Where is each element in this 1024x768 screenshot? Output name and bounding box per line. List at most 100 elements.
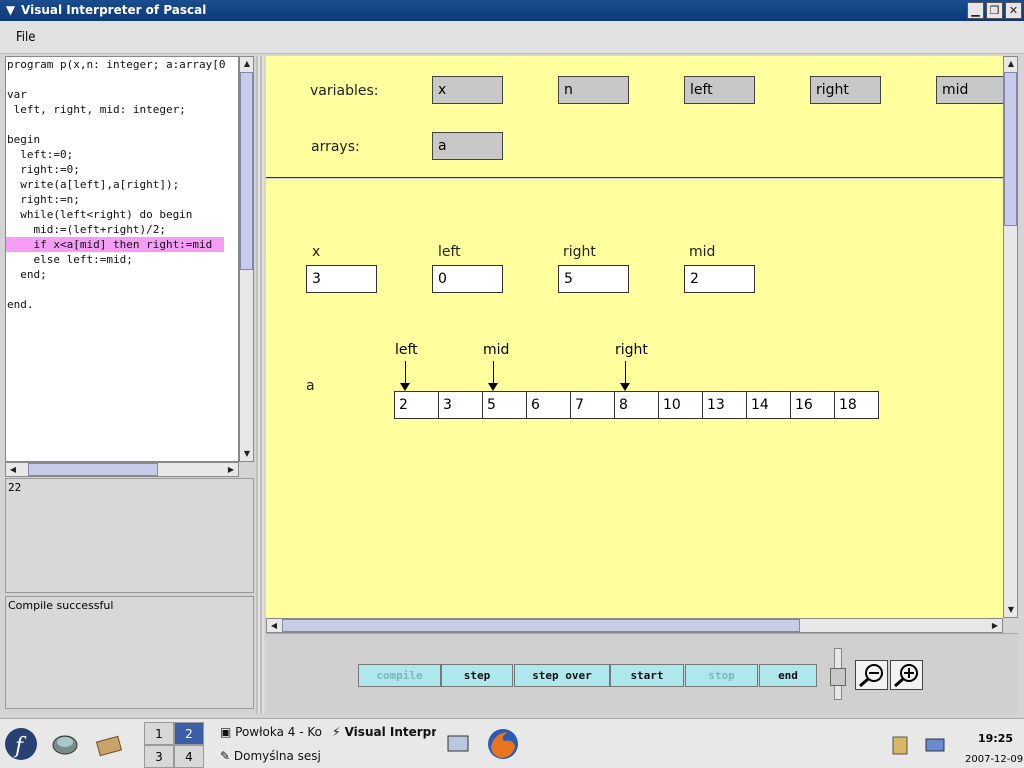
array-cell: 18: [834, 391, 879, 419]
code-line[interactable]: right:=n;: [6, 192, 238, 207]
taskbar: f 1 2 3 4 ▣ Powłoka 4 - Ko ⚡ Visual Inte…: [0, 718, 1024, 768]
scroll-down-arrow-icon[interactable]: ▼: [240, 447, 254, 460]
scroll-down-arrow-icon[interactable]: ▼: [1004, 603, 1018, 616]
task-domyslna[interactable]: ✎ Domyślna sesj: [220, 749, 328, 763]
terminal-icon: ▣: [220, 725, 236, 739]
variable-mid[interactable]: mid: [936, 76, 1003, 104]
watch-value-left: 0: [432, 265, 503, 293]
firefox-icon[interactable]: [486, 727, 520, 761]
clock-time: 19:25: [978, 732, 1014, 745]
arrays-label: arrays:: [311, 139, 360, 155]
fedora-logo-icon[interactable]: f: [4, 727, 38, 761]
pointer-arrow-icon: [400, 383, 410, 391]
pointer-line: [405, 361, 406, 383]
output-panel: 22: [5, 478, 254, 593]
maximize-button[interactable]: ❐: [986, 2, 1003, 19]
battery-icon[interactable]: [924, 735, 948, 755]
scroll-right-arrow-icon[interactable]: ▶: [224, 463, 238, 476]
code-line[interactable]: while(left<right) do begin: [6, 207, 238, 222]
scroll-up-arrow-icon[interactable]: ▲: [1004, 57, 1018, 70]
pointer-label-left: left: [395, 342, 418, 358]
menu-bar: File: [0, 21, 1024, 54]
speed-slider-knob[interactable]: [830, 668, 846, 686]
array-a[interactable]: a: [432, 132, 503, 160]
array-cell: 6: [526, 391, 570, 419]
array-cell: 13: [702, 391, 746, 419]
start-button[interactable]: start: [610, 664, 684, 687]
scroll-left-arrow-icon[interactable]: ◀: [267, 619, 281, 632]
minimize-button[interactable]: ▁: [967, 2, 984, 19]
package-icon[interactable]: [94, 731, 124, 757]
title-bar: ▼ Visual Interpreter of Pascal ▁ ❐ ✕: [0, 0, 1024, 21]
zoom-out-icon: [859, 664, 883, 688]
array-cell: 8: [614, 391, 658, 419]
array-cell: 7: [570, 391, 614, 419]
app-icon: ⚡: [332, 725, 345, 739]
code-line[interactable]: else left:=mid;: [6, 252, 238, 267]
code-line[interactable]: end;: [6, 267, 238, 282]
task-visual-interpreter-label: Visual Interpr: [344, 725, 436, 739]
window-menu-icon[interactable]: ▼: [3, 3, 18, 18]
task-powloka[interactable]: ▣ Powłoka 4 - Ko: [220, 725, 328, 739]
code-line-current[interactable]: if x<a[mid] then right:=mid: [6, 237, 224, 252]
array-cell: 5: [482, 391, 526, 419]
code-line[interactable]: [6, 282, 238, 297]
code-vertical-scroll-thumb[interactable]: [240, 72, 253, 270]
code-editor[interactable]: program p(x,n: integer; a:array[0 var lef…: [5, 56, 239, 462]
scroll-right-arrow-icon[interactable]: ▶: [988, 619, 1002, 632]
workspace-3[interactable]: 3: [144, 745, 174, 768]
code-line[interactable]: [6, 72, 238, 87]
scroll-up-arrow-icon[interactable]: ▲: [240, 57, 254, 70]
code-line[interactable]: var: [6, 87, 238, 102]
variable-left[interactable]: left: [684, 76, 755, 104]
code-line[interactable]: end.: [6, 297, 238, 312]
code-line[interactable]: [6, 117, 238, 132]
code-line[interactable]: right:=0;: [6, 162, 238, 177]
pointer-arrow-icon: [488, 383, 498, 391]
status-panel: Compile successful: [5, 596, 254, 709]
watch-value-mid: 2: [684, 265, 755, 293]
workspace-1[interactable]: 1: [144, 722, 174, 745]
clock-date: 2007-12-09: [965, 754, 1024, 765]
network-icon[interactable]: [50, 731, 80, 757]
zoom-in-button[interactable]: [890, 660, 923, 690]
workspace-2-label: 2: [185, 727, 193, 741]
watch-label-x: x: [312, 244, 321, 260]
variable-right[interactable]: right: [810, 76, 881, 104]
array-cell: 14: [746, 391, 790, 419]
variable-n[interactable]: n: [558, 76, 629, 104]
code-line[interactable]: program p(x,n: integer; a:array[0: [6, 57, 238, 72]
code-line[interactable]: write(a[left],a[right]);: [6, 177, 238, 192]
code-line[interactable]: left:=0;: [6, 147, 238, 162]
viz-vertical-scroll-thumb[interactable]: [1004, 72, 1017, 226]
step-button[interactable]: step: [441, 664, 513, 687]
menu-file[interactable]: File: [16, 30, 35, 45]
end-button[interactable]: end: [759, 664, 817, 687]
watch-label-mid: mid: [689, 244, 716, 260]
code-horizontal-scroll-thumb[interactable]: [28, 463, 158, 476]
workspace-4[interactable]: 4: [174, 745, 204, 768]
watch-value-right: 5: [558, 265, 629, 293]
stop-button[interactable]: stop: [685, 664, 758, 687]
task-visual-interpreter[interactable]: ⚡ Visual Interpr: [332, 725, 436, 739]
code-line[interactable]: left, right, mid: integer;: [6, 102, 238, 117]
variable-x[interactable]: x: [432, 76, 503, 104]
scroll-left-arrow-icon[interactable]: ◀: [6, 463, 20, 476]
watch-label-right: right: [563, 244, 596, 260]
zoom-out-button[interactable]: [855, 660, 888, 690]
clipboard-icon[interactable]: [890, 735, 910, 755]
desktop-icon[interactable]: [446, 733, 470, 755]
code-line[interactable]: mid:=(left+right)/2;: [6, 222, 238, 237]
pointer-arrow-icon: [620, 383, 630, 391]
step-over-button[interactable]: step over: [514, 664, 610, 687]
close-button[interactable]: ✕: [1005, 2, 1022, 19]
viz-horizontal-scroll-thumb[interactable]: [282, 619, 800, 632]
split-pane-divider[interactable]: [256, 56, 264, 714]
code-line[interactable]: begin: [6, 132, 238, 147]
watch-value-x: 3: [306, 265, 377, 293]
compile-button[interactable]: compile: [358, 664, 441, 687]
zoom-in-icon: [894, 664, 918, 688]
workspace-2[interactable]: 2: [174, 722, 204, 745]
session-icon: ✎: [220, 749, 234, 763]
variables-label: variables:: [310, 83, 379, 99]
